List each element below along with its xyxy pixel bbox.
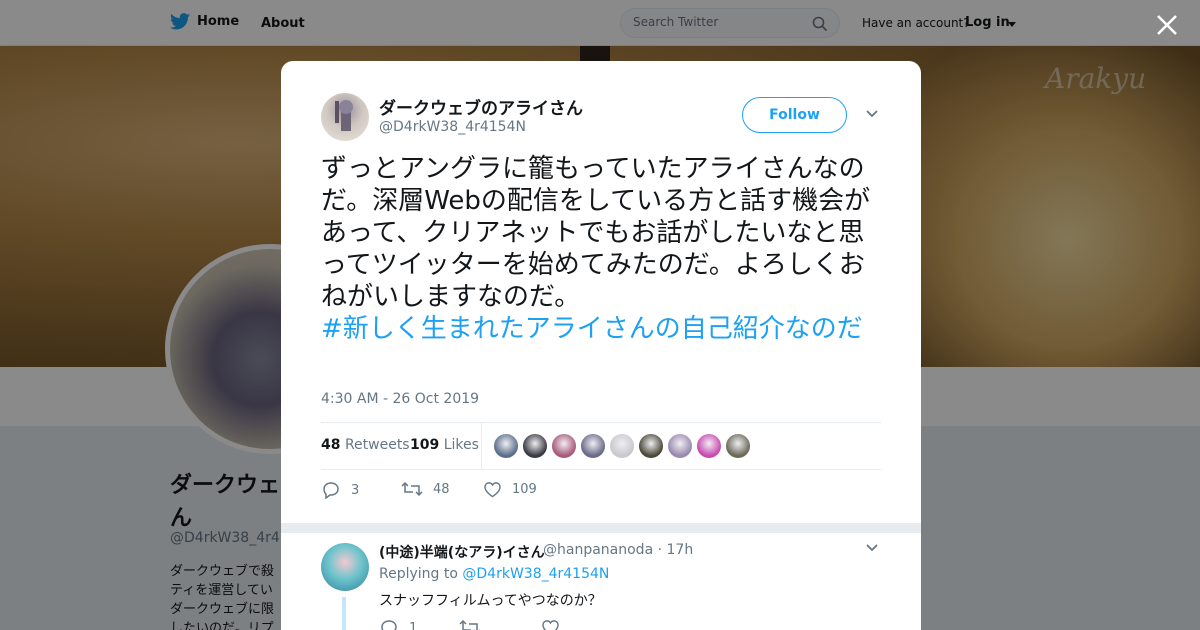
likes-stat[interactable]: 109 Likes: [410, 437, 479, 453]
tweet-modal: ダークウェブのアライさん @D4rkW38_4r4154N Follow ずっと…: [281, 61, 921, 630]
reply-author-handle-and-time[interactable]: @hanpananoda · 17h: [543, 542, 693, 558]
liker-avatar[interactable]: [523, 434, 547, 458]
liker-avatar[interactable]: [697, 434, 721, 458]
tweet-body: ずっとアングラに籠もっていたアライさんなのだ。深層Webの配信をしている方と話す…: [321, 154, 871, 312]
liker-avatar[interactable]: [494, 434, 518, 458]
reply-icon: [381, 620, 397, 630]
follow-button[interactable]: Follow: [742, 97, 847, 133]
liker-avatar[interactable]: [552, 434, 576, 458]
liker-avatar[interactable]: [610, 434, 634, 458]
section-divider: [281, 523, 921, 533]
close-icon[interactable]: [1154, 12, 1180, 38]
like-count: 109: [512, 482, 537, 497]
retweet-count: 48: [433, 481, 450, 497]
reply-text: スナッフフィルムってやつなのか？: [379, 593, 602, 609]
liker-avatars: [494, 434, 750, 458]
retweets-label: Retweets: [344, 437, 410, 453]
reply-reply-count: 1: [409, 620, 418, 630]
author-name[interactable]: ダークウェブのアライさん: [379, 94, 583, 119]
tweet-text: ずっとアングラに籠もっていたアライさんなのだ。深層Webの配信をしている方と話す…: [321, 153, 889, 345]
replying-to-link[interactable]: @D4rkW38_4r4154N: [462, 566, 609, 582]
heart-icon: [484, 482, 501, 498]
stats-divider: [481, 423, 482, 469]
reply-icon: [323, 482, 339, 499]
author-avatar-art: [335, 100, 353, 131]
reply-retweet-action[interactable]: [459, 619, 481, 630]
liker-avatar[interactable]: [726, 434, 750, 458]
likes-label: Likes: [443, 437, 479, 453]
chevron-down-icon[interactable]: [865, 109, 879, 119]
reply-author-handle: @hanpananoda: [543, 542, 654, 558]
reply-author-name[interactable]: (中途)半端(なアラ)イさん: [379, 542, 545, 562]
chevron-down-icon[interactable]: [865, 543, 879, 553]
author-handle[interactable]: @D4rkW38_4r4154N: [379, 119, 526, 135]
liker-avatar[interactable]: [668, 434, 692, 458]
like-action[interactable]: 109: [483, 481, 537, 498]
likes-count: 109: [410, 437, 440, 453]
reply-reply-action[interactable]: 1: [379, 619, 417, 630]
retweet-icon: [459, 619, 480, 630]
tweet-hashtag[interactable]: #新しく生まれたアライさんの自己紹介なのだ: [321, 314, 863, 344]
tweet-timestamp[interactable]: 4:30 AM - 26 Oct 2019: [321, 391, 479, 407]
author-avatar[interactable]: [321, 93, 369, 141]
reply-author-avatar[interactable]: [321, 543, 369, 591]
thread-line: [342, 597, 346, 630]
tweet-stats: 48 Retweets 109 Likes: [321, 422, 881, 470]
reply-count: 3: [351, 482, 360, 498]
liker-avatar[interactable]: [639, 434, 663, 458]
retweet-icon: [401, 481, 423, 497]
reply-action[interactable]: 3: [321, 481, 359, 499]
retweets-stat[interactable]: 48 Retweets: [321, 437, 410, 453]
liker-avatar[interactable]: [581, 434, 605, 458]
reply-time: · 17h: [657, 542, 694, 558]
retweet-action[interactable]: 48: [401, 481, 450, 497]
replying-to: Replying to @D4rkW38_4r4154N: [379, 566, 609, 582]
reply-like-action[interactable]: [541, 619, 560, 630]
replying-prefix: Replying to: [379, 566, 458, 582]
retweets-count: 48: [321, 437, 341, 453]
heart-icon: [542, 620, 559, 630]
